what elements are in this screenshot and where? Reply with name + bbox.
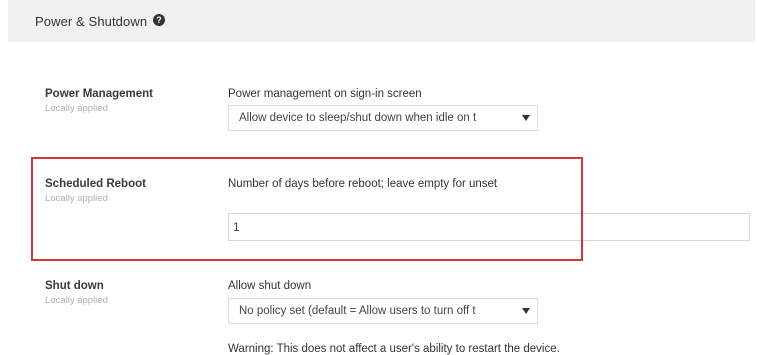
power-management-title: Power Management	[45, 88, 153, 100]
shut-down-label-group: Shut down Locally applied	[45, 280, 108, 306]
scheduled-reboot-status: Locally applied	[45, 193, 108, 204]
shut-down-title: Shut down	[45, 280, 104, 292]
power-management-status: Locally applied	[45, 103, 108, 114]
scheduled-reboot-label-group: Scheduled Reboot Locally applied	[45, 178, 146, 204]
shut-down-field-label: Allow shut down	[228, 280, 312, 292]
power-management-select-value: Allow device to sleep/shut down when idl…	[239, 112, 477, 124]
shut-down-warning-text: Warning: This does not affect a user's a…	[228, 343, 560, 355]
dropdown-caret-icon	[521, 306, 531, 316]
dropdown-caret-icon	[521, 113, 531, 123]
scheduled-reboot-field-label: Number of days before reboot; leave empt…	[228, 178, 498, 190]
power-management-label-group: Power Management Locally applied	[45, 88, 153, 114]
reboot-days-input[interactable]	[228, 213, 750, 241]
shut-down-status: Locally applied	[45, 295, 108, 306]
section-title: Power & Shutdown	[35, 13, 148, 29]
scheduled-reboot-title: Scheduled Reboot	[45, 178, 146, 190]
help-icon[interactable]: ?	[153, 14, 166, 26]
power-management-select[interactable]: Allow device to sleep/shut down when idl…	[228, 105, 538, 131]
shut-down-select-value: No policy set (default = Allow users to …	[239, 305, 476, 317]
power-management-field-label: Power management on sign-in screen	[228, 88, 422, 100]
highlight-annotation-box	[31, 157, 583, 261]
section-header: Power & Shutdown ?	[8, 0, 755, 42]
power-shutdown-settings: Power & Shutdown ? Power Management Loca…	[0, 0, 757, 355]
svg-text:?: ?	[156, 15, 162, 25]
shut-down-select[interactable]: No policy set (default = Allow users to …	[228, 298, 538, 324]
